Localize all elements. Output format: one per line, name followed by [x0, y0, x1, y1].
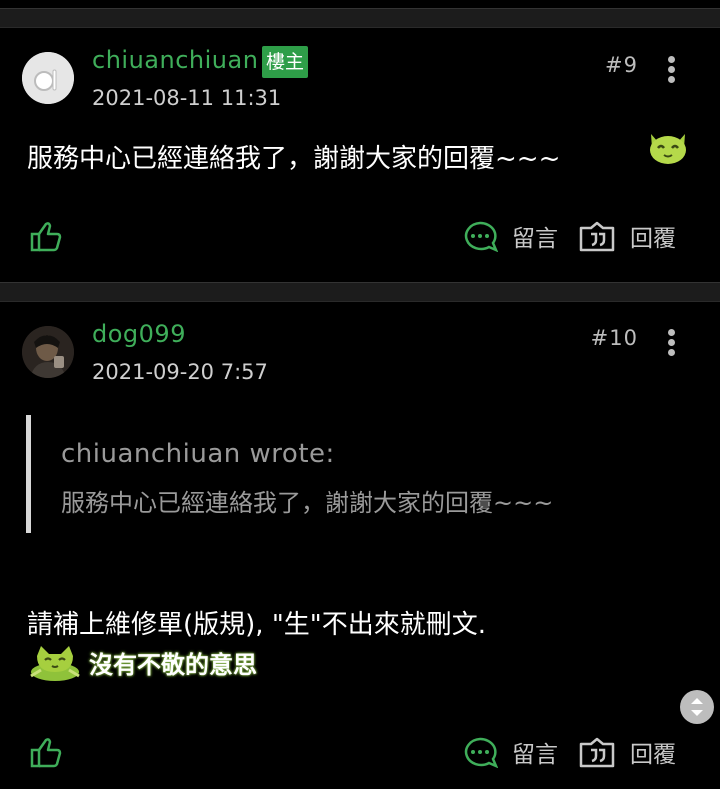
like-button[interactable] — [28, 734, 64, 770]
quote-reply-icon — [579, 221, 615, 252]
green-cat-bow-emoji — [30, 646, 80, 681]
username[interactable]: chiuanchiuan — [92, 46, 258, 74]
post-text: 服務中心已經連絡我了，謝謝大家的回覆~~~ — [27, 138, 560, 175]
reply-label: 回覆 — [630, 742, 676, 768]
username[interactable]: dog099 — [92, 320, 186, 348]
floor-number: #9 — [605, 53, 638, 77]
comment-button[interactable]: 留言 — [462, 734, 558, 770]
thumbs-up-icon — [30, 738, 62, 768]
reply-button[interactable]: 回覆 — [578, 218, 676, 254]
op-badge: 樓主 — [262, 46, 309, 78]
timestamp: 2021-08-11 11:31 — [92, 86, 282, 110]
post-divider — [0, 282, 720, 302]
post-actions: 留言 回覆 — [0, 734, 720, 774]
quote-reply-icon — [579, 737, 615, 768]
green-cat-smile-emoji — [650, 134, 686, 164]
comment-bubble-icon — [464, 221, 498, 252]
comment-label: 留言 — [512, 226, 558, 252]
like-button[interactable] — [28, 218, 64, 254]
floor-number: #10 — [590, 326, 638, 350]
more-options-icon[interactable] — [668, 56, 678, 84]
comment-label: 留言 — [512, 742, 558, 768]
avatar[interactable] — [22, 326, 74, 378]
scroll-toggle-button[interactable] — [680, 690, 714, 724]
reply-button[interactable]: 回覆 — [578, 734, 676, 770]
timestamp: 2021-09-20 7:57 — [92, 360, 268, 384]
quote-text: 服務中心已經連絡我了，謝謝大家的回覆~~~ — [61, 489, 554, 517]
comment-button[interactable]: 留言 — [462, 218, 558, 254]
post-text: 請補上維修單(版規), "生"不出來就刪文. — [27, 610, 486, 640]
comment-bubble-icon — [464, 737, 498, 768]
post-text-content: 服務中心已經連絡我了，謝謝大家的回覆~~~ — [27, 144, 561, 174]
emoji-line: 沒有不敬的意思 — [27, 642, 257, 682]
more-options-icon[interactable] — [668, 329, 678, 357]
up-down-chevron-icon — [691, 698, 703, 716]
quoted-post: chiuanchiuan wrote: 服務中心已經連絡我了，謝謝大家的回覆~~… — [26, 415, 676, 533]
thumbs-up-icon — [30, 222, 62, 252]
post-actions: 留言 回覆 — [0, 218, 720, 258]
avatar[interactable] — [22, 52, 74, 104]
post-floor-9: chiuanchiuan 樓主 2021-08-11 11:31 #9 服務中心… — [0, 0, 720, 282]
reply-label: 回覆 — [630, 226, 676, 252]
emoji-caption: 沒有不敬的意思 — [89, 650, 257, 679]
quote-author[interactable]: chiuanchiuan wrote: — [61, 439, 335, 469]
avatar-image — [22, 52, 74, 104]
avatar-image — [22, 326, 74, 378]
